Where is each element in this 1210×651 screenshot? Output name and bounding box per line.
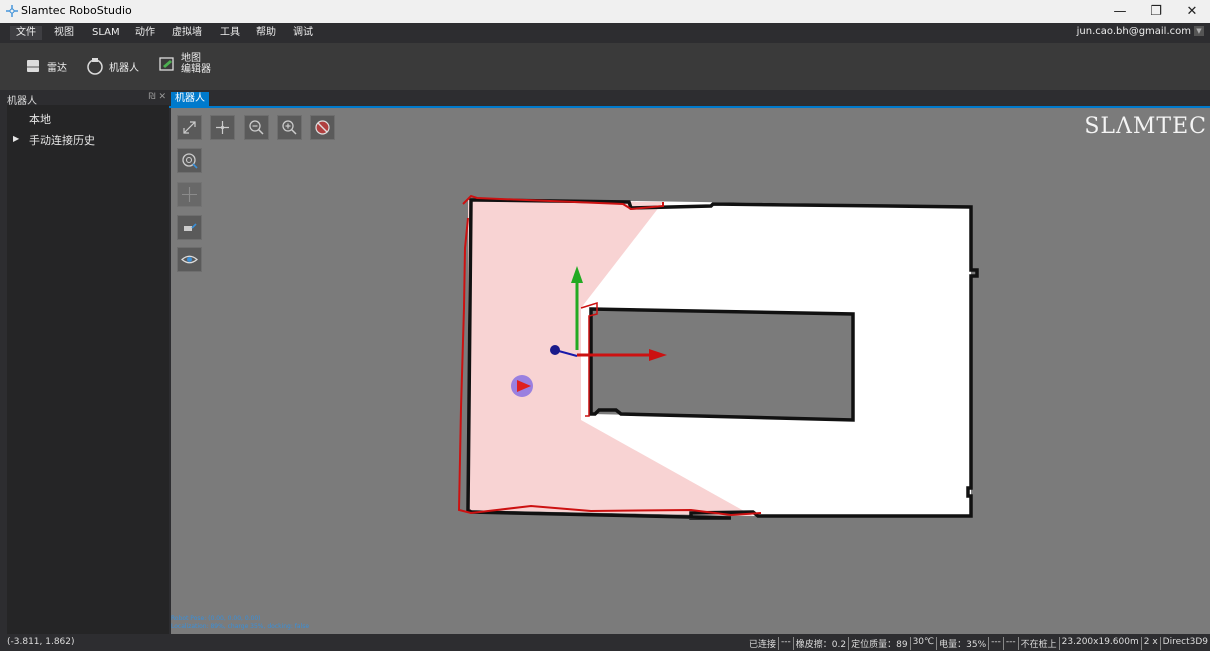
clear-map-button[interactable]	[310, 115, 335, 140]
status-separator: ---	[988, 637, 1003, 650]
status-zoom: 2 x	[1140, 637, 1160, 650]
window-title: Slamtec RoboStudio	[21, 4, 132, 17]
menu-view[interactable]: 视图	[48, 26, 80, 40]
menu-action[interactable]: 动作	[129, 26, 161, 40]
map-view[interactable]: SLΛMTEC Robot Pose: (0.00, 0.00, 0.00) L…	[171, 108, 1210, 634]
lidar-icon	[27, 60, 39, 72]
map-editor-label-line2: 编辑器	[181, 64, 211, 75]
status-battery: 电量：35%	[936, 637, 988, 650]
document-tab-strip: 机器人	[169, 92, 1210, 108]
menu-virtual-wall[interactable]: 虚拟墙	[166, 26, 208, 40]
zoom-region-button[interactable]	[177, 148, 202, 173]
expand-arrow-icon[interactable]: ▶	[13, 134, 19, 143]
minimize-button[interactable]: —	[1102, 0, 1138, 23]
chevron-down-icon: ▼	[1194, 26, 1204, 36]
status-separator: ---	[1002, 637, 1018, 650]
menu-bar: 文件 视图 SLAM 动作 虚拟墙 工具 帮助 调试 jun.cao.bh@gm…	[0, 23, 1210, 43]
move-button[interactable]	[177, 182, 202, 207]
menu-tools[interactable]: 工具	[214, 26, 246, 40]
robot-icon	[87, 58, 103, 75]
map-info-line-1: Robot Pose: (0.00, 0.00, 0.00)	[171, 615, 261, 622]
lidar-label: 雷达	[47, 62, 67, 74]
status-dock: 不在桩上	[1017, 637, 1059, 650]
menu-debug[interactable]: 调试	[287, 26, 319, 40]
status-separator: ---	[778, 637, 793, 650]
status-bar: (-3.811, 1.862) 已连接 --- 橡皮擦：0.2 定位质量：89 …	[0, 634, 1210, 651]
status-map-size: 23.200x19.600m	[1058, 637, 1141, 650]
status-localization-quality: 定位质量：89	[848, 637, 909, 650]
restore-button[interactable]: ❐	[1138, 0, 1174, 23]
origin-marker	[550, 345, 560, 355]
robot-button[interactable]: 机器人	[86, 53, 139, 79]
zoom-in-button[interactable]	[277, 115, 302, 140]
status-fields: 已连接 --- 橡皮擦：0.2 定位质量：89 30℃ 电量：35% --- -…	[747, 637, 1210, 650]
status-eraser: 橡皮擦：0.2	[792, 637, 848, 650]
menu-help[interactable]: 帮助	[250, 26, 282, 40]
account-menu[interactable]: jun.cao.bh@gmail.com ▼	[1077, 26, 1204, 37]
robot-panel-title: 机器人	[7, 96, 37, 107]
account-email: jun.cao.bh@gmail.com	[1076, 26, 1191, 37]
menu-slam[interactable]: SLAM	[86, 26, 126, 40]
tree-item-manual-history[interactable]: 手动连接历史	[29, 132, 95, 148]
cursor-coordinates: (-3.811, 1.862)	[7, 637, 75, 647]
stop-circle-icon	[315, 120, 330, 135]
lidar-button[interactable]: 雷达	[24, 53, 67, 79]
status-temperature: 30℃	[909, 637, 937, 650]
status-renderer: Direct3D9	[1159, 637, 1210, 650]
robot-pose-icon	[184, 223, 197, 231]
tree-item-local[interactable]: 本地	[29, 111, 51, 127]
center-view-button[interactable]	[210, 115, 235, 140]
visibility-button[interactable]	[177, 247, 202, 272]
zoom-out-button[interactable]	[244, 115, 269, 140]
robot-panel-header: 机器人 ₪ ✕	[7, 92, 169, 107]
zoom-target-icon	[182, 153, 198, 169]
close-button[interactable]: ✕	[1174, 0, 1210, 23]
robot-panel: 机器人 ₪ ✕ 本地 ▶ 手动连接历史	[7, 92, 169, 634]
robot-label: 机器人	[109, 62, 139, 74]
map-editor-label: 地图 编辑器	[181, 53, 211, 75]
map-editor-button[interactable]: 地图 编辑器	[158, 51, 211, 77]
zoom-out-icon	[249, 120, 264, 135]
map-canvas[interactable]	[171, 108, 1210, 634]
expand-arrows-icon	[183, 121, 196, 134]
map-editor-icon	[159, 57, 174, 71]
map-editor-label-line1: 地图	[181, 53, 201, 64]
panel-pin-close-icon[interactable]: ₪ ✕	[149, 92, 166, 102]
set-pose-button[interactable]	[177, 215, 202, 240]
menu-file[interactable]: 文件	[10, 26, 42, 40]
eye-icon	[181, 255, 198, 264]
slamtec-logo: SLΛMTEC	[1084, 114, 1207, 139]
app-logo-icon	[6, 5, 18, 17]
zoom-in-icon	[282, 120, 297, 135]
tab-robot[interactable]: 机器人	[171, 92, 209, 106]
ribbon-toolbar: 雷达 机器人 地图 编辑器	[0, 43, 1210, 90]
crosshair-icon	[216, 121, 229, 134]
inner-obstacle	[591, 309, 853, 420]
fit-view-button[interactable]	[177, 115, 202, 140]
move-arrows-icon	[182, 187, 197, 202]
title-bar: Slamtec RoboStudio — ❐ ✕	[0, 0, 1210, 23]
map-info-line-2: Localization: 89%, charge 35%, docking: …	[171, 623, 310, 630]
status-connection: 已连接	[749, 640, 777, 650]
